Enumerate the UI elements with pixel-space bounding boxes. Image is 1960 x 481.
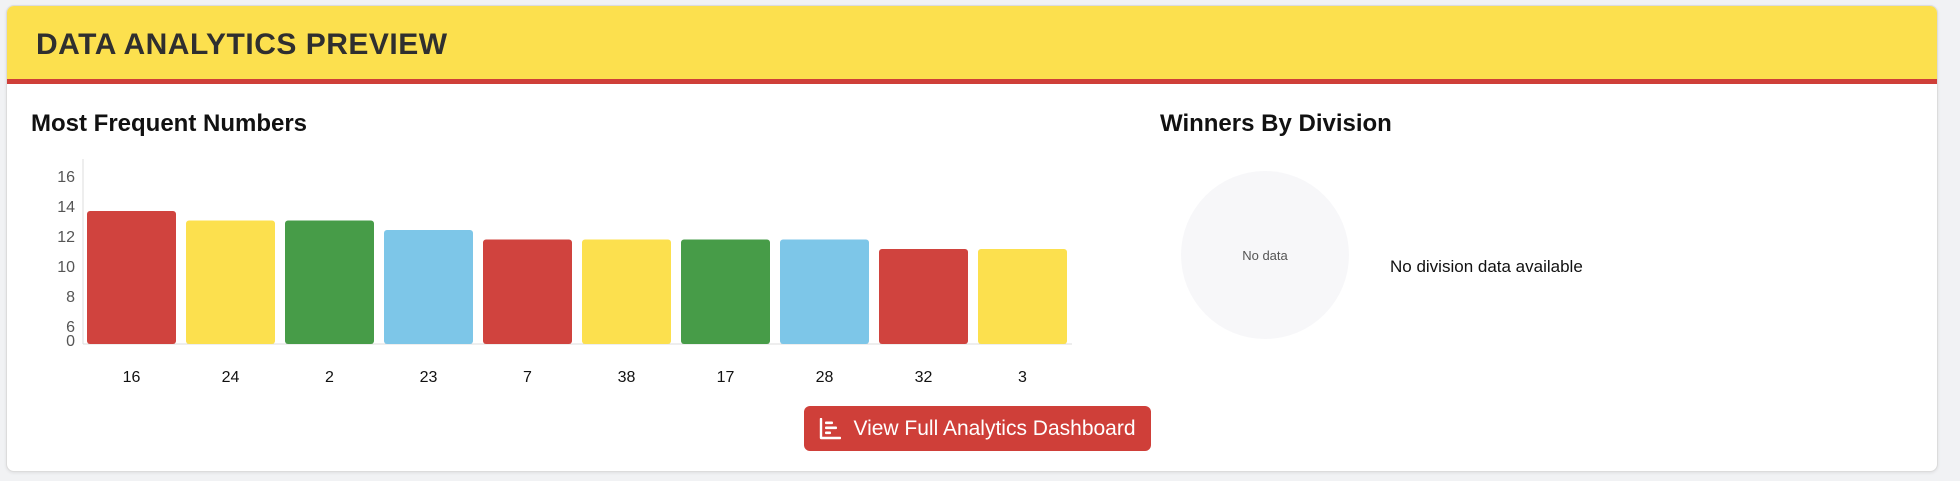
bar-38: [582, 239, 671, 344]
x-tick-label: 3: [1018, 369, 1027, 386]
view-full-analytics-dashboard-button[interactable]: View Full Analytics Dashboard: [804, 406, 1151, 451]
most-frequent-numbers-title: Most Frequent Numbers: [31, 110, 308, 137]
x-tick-label: 7: [523, 369, 532, 386]
card-header: DATA ANALYTICS PREVIEW: [7, 6, 1937, 84]
x-tick-label: 17: [717, 369, 735, 386]
bar-3: [978, 249, 1067, 344]
x-tick-label: 32: [915, 369, 933, 386]
y-tick-label: 14: [57, 199, 75, 216]
x-tick-label: 24: [222, 369, 240, 386]
bar-16: [87, 211, 176, 344]
chart-bar-icon: [819, 417, 842, 440]
bar-32: [879, 249, 968, 344]
frequency-bar-chart: 1614121086016 24 2 23 7 38 17 28 32 3: [57, 159, 1072, 386]
y-tick-label: 16: [57, 169, 75, 186]
bar-2: [285, 220, 374, 344]
bar-24: [186, 220, 275, 344]
x-tick-label: 23: [420, 369, 438, 386]
x-tick-label: 28: [816, 369, 834, 386]
view-dashboard-label: View Full Analytics Dashboard: [853, 416, 1136, 440]
bar-28: [780, 239, 869, 344]
x-tick-label: 2: [325, 369, 334, 386]
bar-23: [384, 230, 473, 344]
y-tick-label: 10: [57, 259, 75, 276]
analytics-preview-card: DATA ANALYTICS PREVIEW Most Frequent Num…: [6, 5, 1938, 472]
x-tick-label: 16: [123, 369, 141, 386]
y-tick-label: 12: [57, 229, 75, 246]
winners-by-division-title: Winners By Division: [1160, 110, 1392, 137]
bar-17: [681, 239, 770, 344]
division-pie-placeholder: No data: [1181, 171, 1349, 339]
bar-7: [483, 239, 572, 344]
card-title: DATA ANALYTICS PREVIEW: [36, 28, 448, 61]
y-tick-label: 0: [66, 333, 75, 350]
y-tick-label: 8: [66, 289, 75, 306]
pie-no-data-label: No data: [1242, 248, 1288, 263]
no-division-data-message: No division data available: [1390, 257, 1583, 276]
x-tick-label: 38: [618, 369, 636, 386]
